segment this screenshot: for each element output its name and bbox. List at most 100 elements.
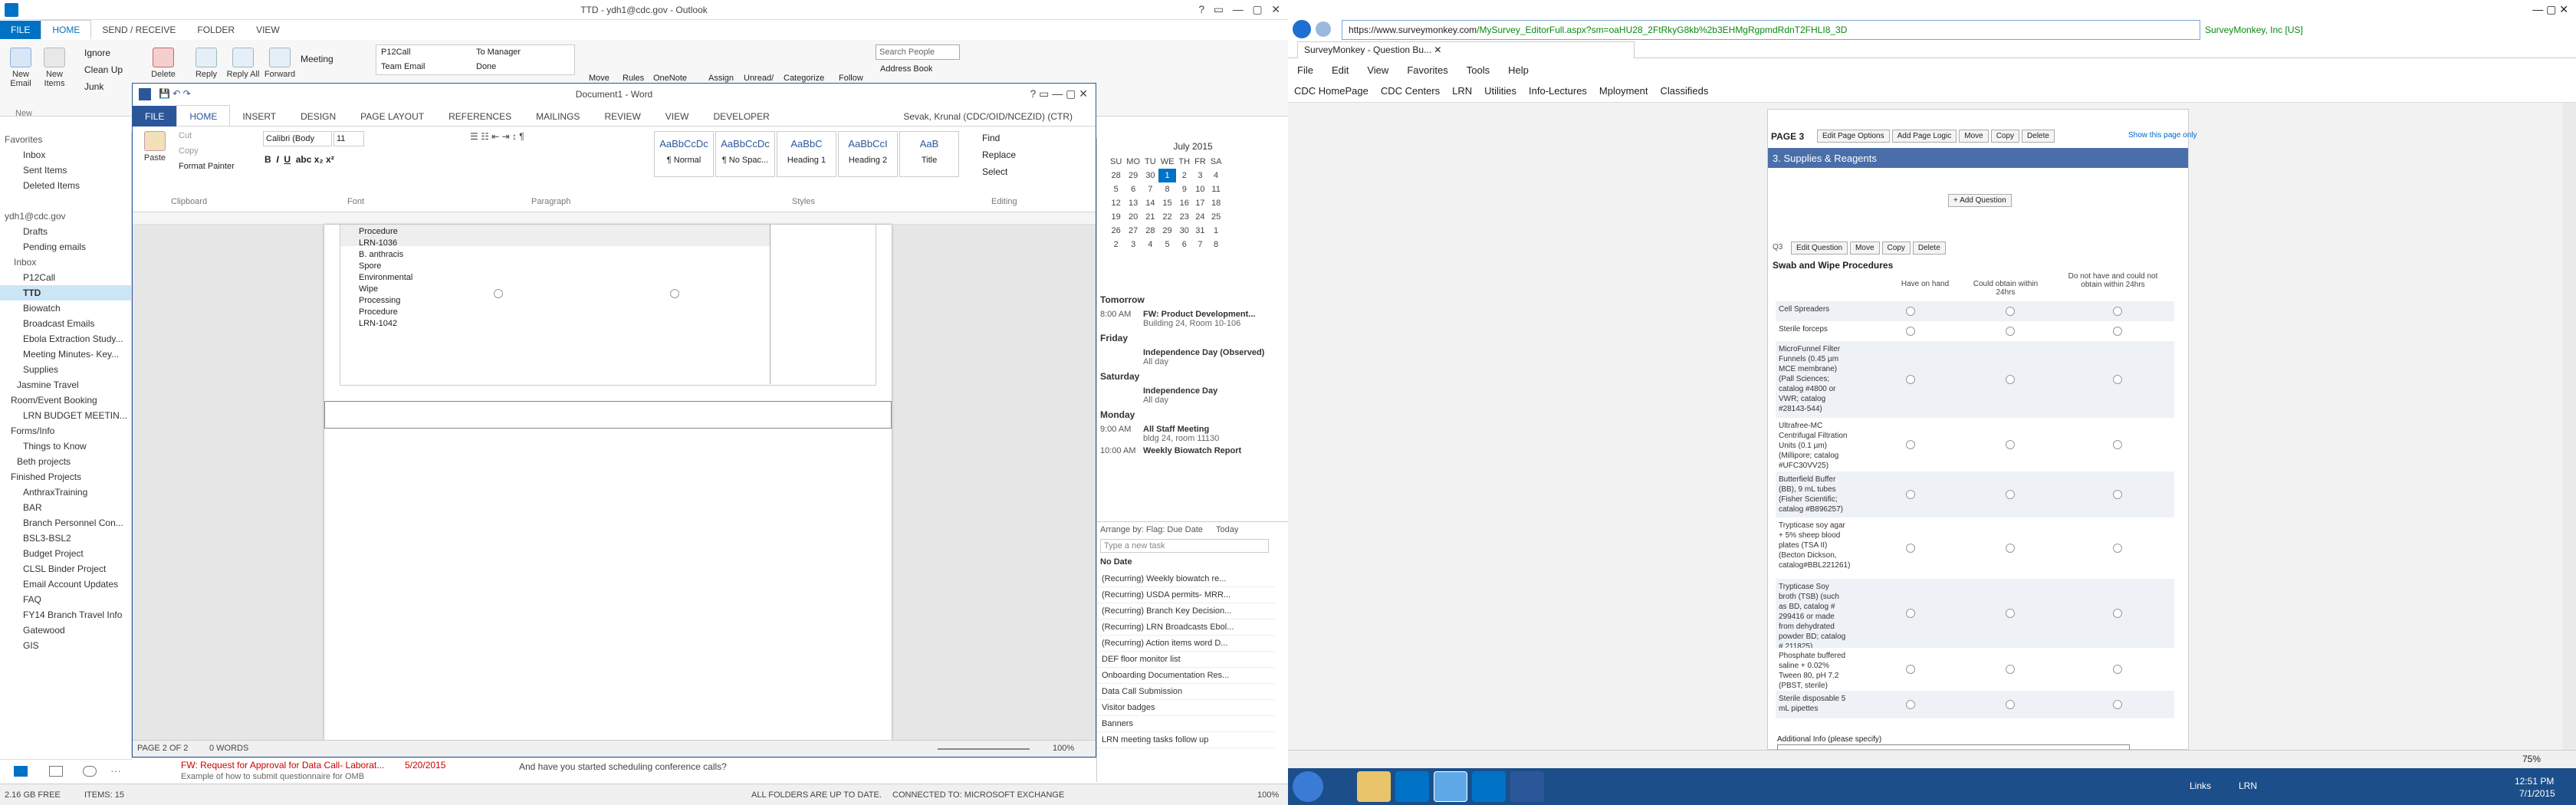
menu-item[interactable]: Help (1508, 60, 1529, 76)
nav-item[interactable]: BSL3-BSL2 (0, 531, 131, 546)
radio-option[interactable] (1906, 609, 1915, 618)
outlook-taskbar-icon[interactable] (1395, 771, 1429, 802)
calendar-date[interactable]: 6 (1124, 182, 1142, 196)
calendar-date[interactable]: 4 (1208, 169, 1224, 182)
nav-item-selected[interactable]: TTD (0, 285, 131, 301)
arrange-by[interactable]: Arrange by: Flag: Due Date (1100, 525, 1203, 534)
nav-item[interactable]: Deleted Items (0, 178, 131, 193)
favorites-header[interactable]: Favorites (0, 132, 131, 147)
task-item[interactable]: (Recurring) USDA permits- MRR... (1097, 587, 1275, 603)
menu-item[interactable]: Tools (1467, 60, 1490, 76)
junk-button[interactable]: Junk (84, 81, 104, 92)
calendar-date[interactable]: 30 (1176, 224, 1192, 238)
favorite-link[interactable]: LRN (1446, 80, 1478, 102)
radio-option[interactable] (2113, 440, 2122, 449)
radio-option[interactable] (1906, 700, 1915, 709)
onenote-button[interactable]: OneNote (653, 74, 687, 83)
address-bar[interactable]: https://www.surveymonkey.com/MySurvey_Ed… (1342, 20, 2200, 40)
calendar-date[interactable]: 13 (1124, 196, 1142, 210)
tab-folder[interactable]: FOLDER (186, 21, 245, 39)
word-tab-mailings[interactable]: MAILINGS (524, 106, 592, 127)
calendar-date[interactable]: 9 (1176, 182, 1192, 196)
word-tab-references[interactable]: REFERENCES (436, 106, 524, 127)
favorite-link[interactable]: CDC Centers (1375, 80, 1446, 102)
message-subject[interactable]: FW: Request for Approval for Data Call- … (181, 760, 384, 770)
task-item[interactable]: Data Call Submission (1097, 684, 1275, 700)
word-tab-insert[interactable]: INSERT (230, 106, 288, 127)
ie-zoom[interactable]: 75% (2522, 754, 2541, 764)
radio-option[interactable] (1906, 307, 1915, 316)
word-taskbar-icon[interactable] (1510, 771, 1544, 802)
ignore-button[interactable]: Ignore (84, 48, 110, 58)
people-module-icon[interactable] (83, 766, 97, 777)
links-toolbar[interactable]: Links (2190, 780, 2211, 791)
copy-button[interactable]: Copy (179, 146, 199, 156)
replace-button[interactable]: Replace (982, 150, 1016, 160)
calendar-date[interactable]: 21 (1142, 210, 1158, 224)
window-controls[interactable]: ? ▭ — ▢ ✕ (1198, 3, 1280, 16)
word-window-controls[interactable]: ? ▭ — ▢ ✕ (1030, 87, 1088, 100)
radio-option[interactable] (1906, 440, 1915, 449)
radio-option[interactable] (2006, 440, 2015, 449)
reply-button[interactable]: Reply (189, 48, 224, 79)
additional-info-input[interactable] (1777, 744, 2130, 750)
menu-item[interactable]: View (1367, 60, 1388, 76)
radio-option[interactable] (2113, 490, 2122, 499)
new-items-button[interactable]: New Items (37, 48, 72, 88)
radio-option[interactable] (2006, 307, 2015, 316)
cut-button[interactable]: Cut (179, 131, 192, 140)
quick-step-to-manager[interactable]: To Manager (476, 48, 521, 57)
calendar-date[interactable]: 22 (1158, 210, 1177, 224)
radio-option[interactable] (1906, 665, 1915, 674)
style-option[interactable]: AaBbCcDc ¶ No Spac... (715, 131, 775, 177)
nav-item[interactable]: Gatewood (0, 623, 131, 638)
rules-button[interactable]: Rules (623, 74, 644, 83)
calendar-date[interactable]: 2 (1176, 169, 1192, 182)
horizontal-ruler[interactable] (133, 212, 1096, 225)
word-tab-review[interactable]: REVIEW (592, 106, 652, 127)
agenda-item[interactable]: Independence Day All day (1097, 385, 1289, 406)
tab-send-receive[interactable]: SEND / RECEIVE (91, 21, 186, 39)
zoom-slider[interactable] (938, 748, 1030, 750)
style-option[interactable]: AaB Title (899, 131, 959, 177)
radio-option[interactable] (1906, 490, 1915, 499)
inbox-folder[interactable]: Inbox (0, 255, 131, 270)
calendar-date[interactable]: 14 (1142, 196, 1158, 210)
calendar-date[interactable]: 29 (1158, 224, 1177, 238)
calendar-date[interactable]: 28 (1142, 224, 1158, 238)
clock-time[interactable]: 12:51 PM (2515, 776, 2554, 787)
unread-button[interactable]: Unread/ (744, 74, 774, 83)
task-item[interactable]: Visitor badges (1097, 700, 1275, 716)
find-button[interactable]: Find (982, 133, 1000, 143)
ie-window-controls[interactable]: — ▢ ✕ (2532, 3, 2568, 16)
nav-item[interactable]: Email Account Updates (0, 577, 131, 592)
calendar-date[interactable]: 7 (1142, 182, 1158, 196)
calendar-date[interactable]: 11 (1208, 182, 1224, 196)
tab-file[interactable]: FILE (0, 21, 41, 39)
nav-item[interactable]: AnthraxTraining (0, 485, 131, 500)
nav-item[interactable]: FY14 Branch Travel Info (0, 607, 131, 623)
page-scrollbar[interactable] (2562, 103, 2576, 750)
more-modules-icon[interactable]: ··· (110, 764, 121, 777)
calendar-date[interactable]: 23 (1176, 210, 1192, 224)
page-action-button[interactable]: Edit Page Options (1817, 130, 1890, 143)
quick-step-p12call[interactable]: P12Call (381, 48, 411, 57)
page-action-button[interactable]: Delete (2022, 130, 2055, 143)
document-page[interactable]: Procedure LRN-1036 B. anthracis Spore Enviro… (324, 225, 892, 740)
favorite-link[interactable]: Utilities (1478, 80, 1523, 102)
paste-button[interactable]: Paste (137, 131, 172, 163)
mail-module-icon[interactable] (14, 766, 28, 777)
radio-circle[interactable] (670, 289, 679, 298)
favorite-link[interactable]: Classifieds (1654, 80, 1715, 102)
nav-item[interactable]: CLSL Binder Project (0, 561, 131, 577)
radio-option[interactable] (2006, 544, 2015, 553)
calendar-date[interactable]: 4 (1142, 238, 1158, 251)
menu-item[interactable]: File (1297, 60, 1313, 76)
radio-option[interactable] (1906, 544, 1915, 553)
calendar-date[interactable]: 5 (1108, 182, 1124, 196)
outlook-taskbar-icon-2[interactable] (1472, 771, 1506, 802)
calendar-date[interactable]: 1 (1208, 224, 1224, 238)
font-format-buttons[interactable]: B I U abc x₂ x² (264, 154, 334, 165)
delete-button[interactable]: Delete (146, 48, 181, 79)
quick-step-done[interactable]: Done (476, 62, 496, 71)
